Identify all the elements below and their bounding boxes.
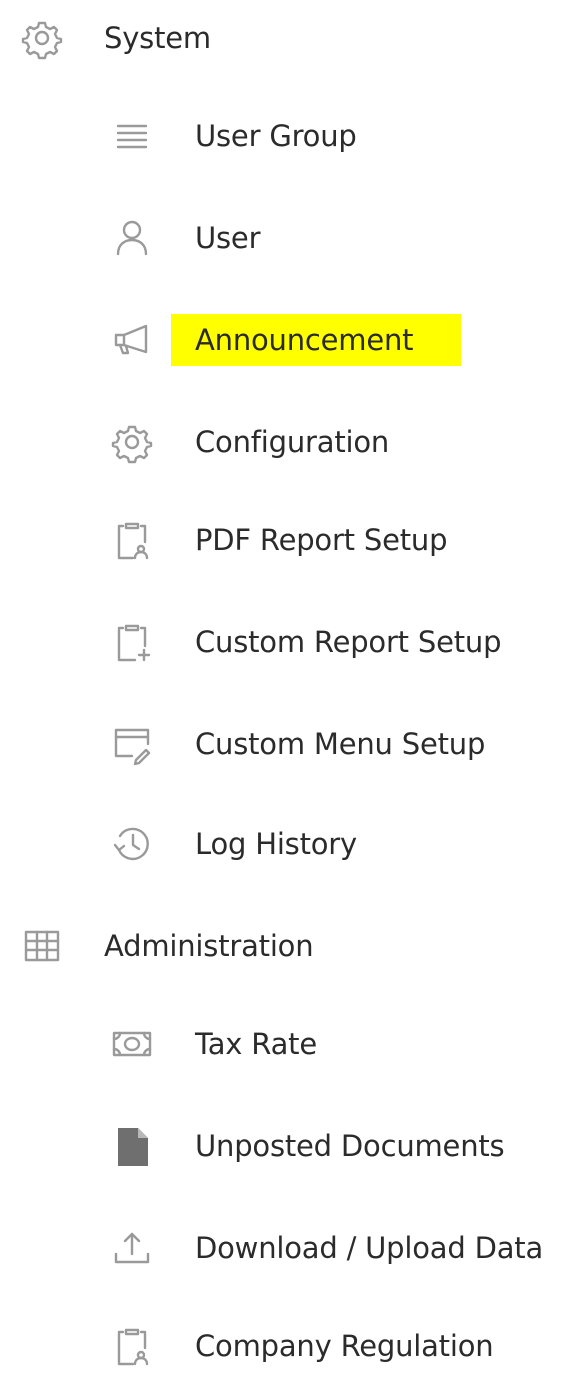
- megaphone-icon: [106, 310, 158, 370]
- sidebar-menu: System User Group User Announcement Conf…: [0, 0, 573, 1368]
- menu-item-label: Tax Rate: [195, 1027, 317, 1061]
- menu-item-label: Company Regulation: [195, 1329, 494, 1363]
- menu-item-label: User: [195, 221, 261, 255]
- menu-item-tax-rate[interactable]: Tax Rate: [0, 1014, 573, 1074]
- menu-item-custom-menu-setup[interactable]: Custom Menu Setup: [0, 714, 573, 774]
- menu-item-label: Custom Report Setup: [195, 625, 502, 659]
- history-icon: [106, 814, 158, 874]
- clipboard-plus-icon: [106, 612, 158, 672]
- menu-item-label: Log History: [195, 827, 357, 861]
- menu-item-label: Download / Upload Data: [195, 1231, 544, 1265]
- menu-item-company-regulation[interactable]: Company Regulation: [0, 1316, 573, 1376]
- menu-item-label: Custom Menu Setup: [195, 727, 486, 761]
- document-icon: [106, 1116, 158, 1176]
- menu-section-system[interactable]: System: [0, 8, 573, 68]
- menu-item-user-group[interactable]: User Group: [0, 106, 573, 166]
- user-icon: [106, 208, 158, 268]
- menu-item-announcement[interactable]: Announcement: [0, 310, 573, 370]
- gear-icon: [106, 412, 158, 472]
- clipboard-user-icon: [106, 510, 158, 570]
- grid-icon: [16, 916, 68, 976]
- menu-item-log-history[interactable]: Log History: [0, 814, 573, 874]
- menu-item-custom-report-setup[interactable]: Custom Report Setup: [0, 612, 573, 672]
- upload-icon: [106, 1218, 158, 1278]
- money-icon: [106, 1014, 158, 1074]
- menu-section-label: System: [104, 21, 211, 55]
- window-edit-icon: [106, 714, 158, 774]
- list-icon: [106, 106, 158, 166]
- menu-item-label: PDF Report Setup: [195, 523, 448, 557]
- menu-item-label: Unposted Documents: [195, 1129, 505, 1163]
- menu-section-label: Administration: [104, 929, 314, 963]
- clipboard-user-icon: [106, 1316, 158, 1376]
- menu-item-configuration[interactable]: Configuration: [0, 412, 573, 472]
- menu-item-pdf-report-setup[interactable]: PDF Report Setup: [0, 510, 573, 570]
- menu-section-administration[interactable]: Administration: [0, 916, 573, 976]
- gear-icon: [16, 8, 68, 68]
- menu-item-label: Announcement: [171, 314, 462, 366]
- menu-item-user[interactable]: User: [0, 208, 573, 268]
- menu-item-label: Configuration: [195, 425, 390, 459]
- menu-item-unposted-documents[interactable]: Unposted Documents: [0, 1116, 573, 1176]
- menu-item-download-upload-data[interactable]: Download / Upload Data: [0, 1218, 573, 1278]
- menu-item-label: User Group: [195, 119, 357, 153]
